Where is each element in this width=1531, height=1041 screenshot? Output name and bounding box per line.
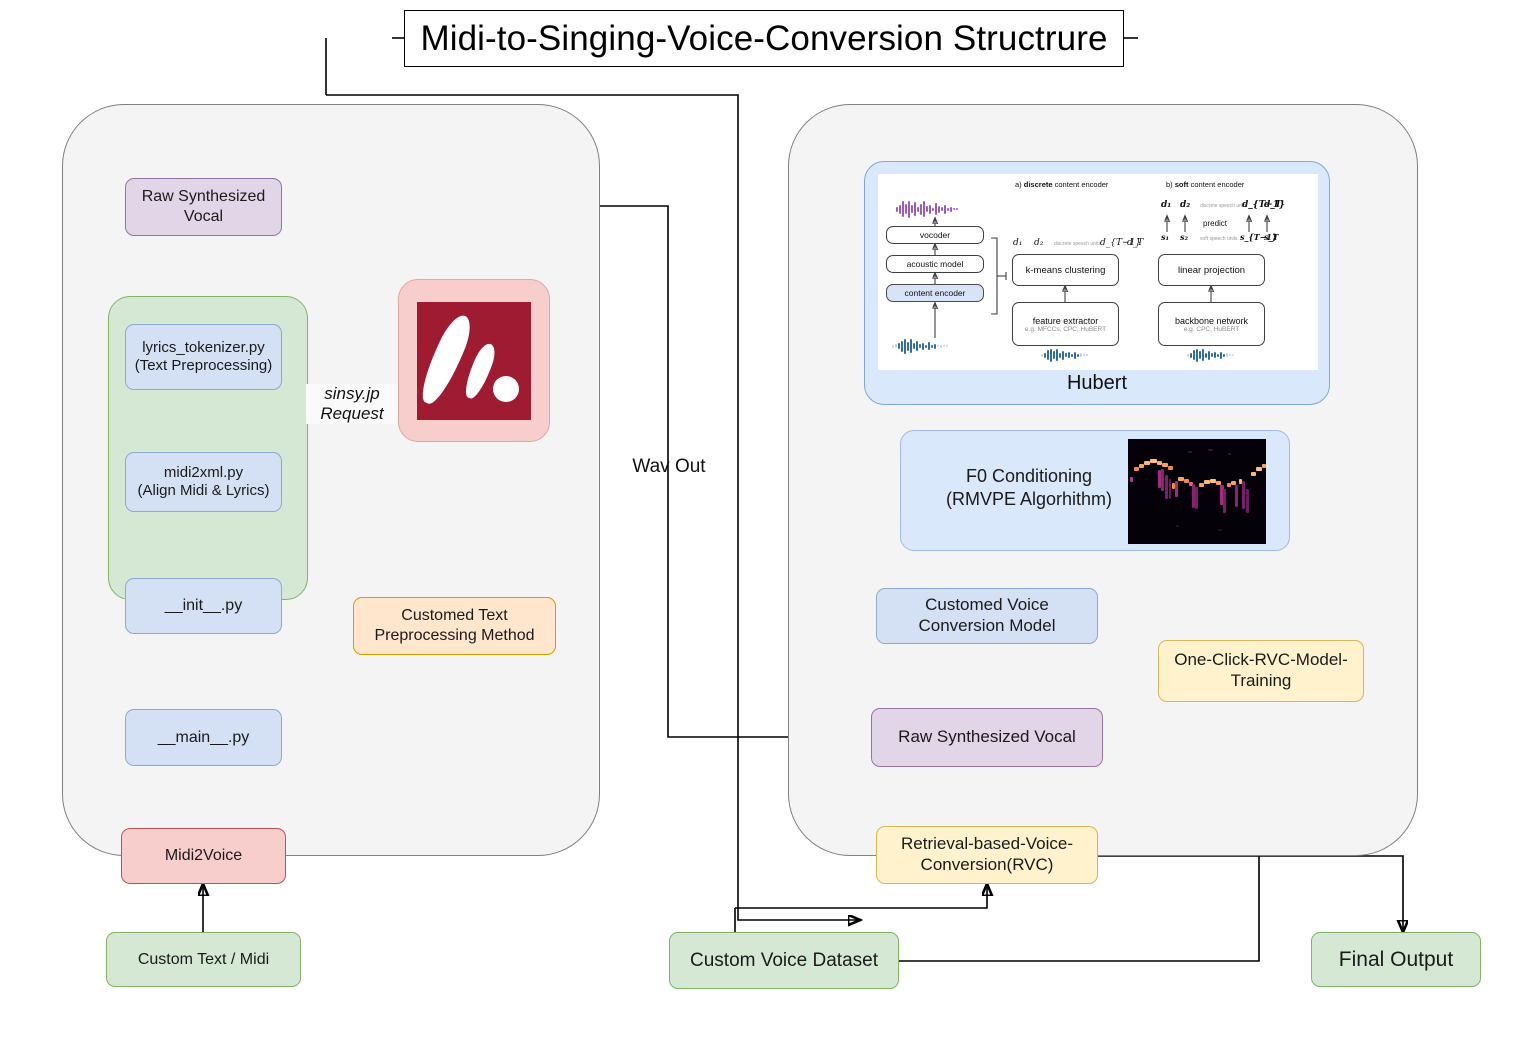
hubert-acoustic-model-box: acoustic model <box>886 255 984 273</box>
discrete-token-dT: d_T <box>1127 238 1144 248</box>
f0-conditioning-label: F0 Conditioning (RMVPE Algorhithm) <box>945 466 1113 509</box>
main-py-node[interactable]: __main__.py <box>125 709 282 766</box>
midi2xml-node[interactable]: midi2xml.py (Align Midi & Lyrics) <box>125 452 282 512</box>
discrete-units-label: discrete speech units <box>1054 241 1101 247</box>
customed-text-preprocessing-node[interactable]: Customed Text Preprocessing Method <box>353 597 556 655</box>
diagram-canvas: Midi-to-Singing-Voice-Conversion Structr… <box>0 0 1531 1041</box>
predict-label: predict <box>1203 219 1228 228</box>
backbone-network-box: backbone network e.g. CPC, HuBERT <box>1158 302 1265 346</box>
init-py-node[interactable]: __init__.py <box>125 578 282 634</box>
soft-token-d1: d₁ <box>1161 200 1172 210</box>
soft-token-dT: d_T <box>1264 200 1282 210</box>
soft-token-d2: d₂ <box>1180 200 1191 210</box>
f0-conditioning-box[interactable]: F0 Conditioning (RMVPE Algorhithm) <box>900 430 1290 551</box>
soft-units-label: soft speech units <box>1200 236 1238 242</box>
customed-voice-conversion-model-node[interactable]: Customed Voice Conversion Model <box>876 588 1098 644</box>
input-waveform-mid-icon <box>1041 348 1088 362</box>
lyrics-tokenizer-node[interactable]: lyrics_tokenizer.py (Text Preprocessing) <box>125 324 282 390</box>
hubert-caption: Hubert <box>1066 372 1128 394</box>
wav-out-label: Wav Out <box>632 456 706 477</box>
discrete-token-d1: d₁ <box>1013 238 1023 248</box>
sinsy-logo[interactable] <box>398 279 550 442</box>
left-raw-synthesized-vocal-node[interactable]: Raw Synthesized Vocal <box>125 178 282 236</box>
right-raw-synthesized-vocal-node[interactable]: Raw Synthesized Vocal <box>871 708 1103 767</box>
hubert-figure: a) discrete content encoder b) soft cont… <box>878 174 1318 370</box>
discrete-token-d2: d₂ <box>1034 238 1044 248</box>
custom-voice-dataset-node[interactable]: Custom Voice Dataset <box>669 932 899 989</box>
kmeans-clustering-box: k-means clustering <box>1012 254 1119 286</box>
soft-token-s1: s₁ <box>1161 232 1170 242</box>
hubert-vocoder-box: vocoder <box>886 226 984 244</box>
input-waveform-left-icon <box>892 338 948 354</box>
sinsy-request-label: sinsy.jp Request <box>306 384 398 425</box>
soft-discrete-units-label: discrete speech units <box>1200 203 1247 209</box>
soft-token-sT: s_T <box>1264 232 1279 242</box>
one-click-rvc-model-training-node[interactable]: One-Click-RVC-Model- Training <box>1158 640 1364 702</box>
sinsy-logo-mark <box>417 301 531 420</box>
input-waveform-right-icon <box>1187 348 1234 362</box>
sinsy-dot-icon <box>493 375 519 402</box>
final-output-node[interactable]: Final Output <box>1311 932 1481 987</box>
f0-spectrogram-image <box>1128 439 1266 544</box>
hubert-panel: a) discrete content encoder b) soft cont… <box>864 161 1330 405</box>
linear-projection-box: linear projection <box>1158 254 1265 286</box>
feature-extractor-box: feature extractor e.g. MFCCs, CPC, HuBER… <box>1012 302 1119 346</box>
rvc-node[interactable]: Retrieval-based-Voice- Conversion(RVC) <box>876 826 1098 884</box>
page-title: Midi-to-Singing-Voice-Conversion Structr… <box>404 10 1124 67</box>
hubert-content-encoder-box: content encoder <box>886 284 984 302</box>
midi2voice-node[interactable]: Midi2Voice <box>121 828 286 884</box>
custom-text-midi-node[interactable]: Custom Text / Midi <box>106 932 301 987</box>
soft-token-s2: s₂ <box>1180 232 1189 242</box>
output-waveform-icon <box>896 200 958 218</box>
